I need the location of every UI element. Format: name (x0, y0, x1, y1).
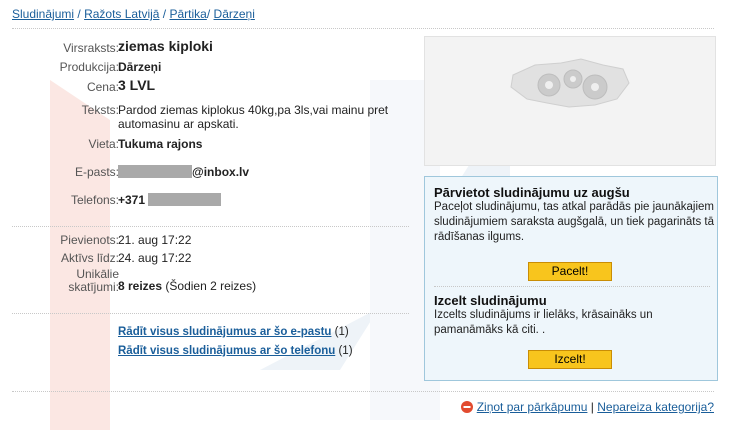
breadcrumb-separator: / (206, 7, 211, 21)
ad-text: Pardod ziemas kiplokus 40kg,pa 3ls,vai m… (118, 103, 389, 131)
gears-map-icon (510, 58, 630, 108)
link-row-phone: Rādīt visus sludinājumus ar šo telefonu … (118, 345, 353, 357)
move-up-text: Paceļot sludinājumu, tas atkal parādās p… (434, 201, 714, 243)
ad-price: 3 LVL (118, 77, 156, 93)
footer-divider (12, 391, 714, 392)
email-mask (118, 165, 192, 178)
views-count: 8 reizes (118, 279, 163, 293)
breadcrumb-separator: / (77, 7, 81, 21)
email-label: E-pasts: (74, 165, 119, 179)
phone-label: Telefons: (70, 193, 119, 207)
highlight-title: Izcelt sludinājumu (434, 293, 547, 308)
show-all-by-email-link[interactable]: Rādīt visus sludinājumus ar šo e-pastu (118, 326, 331, 338)
wrong-category-link[interactable]: Nepareiza kategorija? (597, 400, 714, 414)
active-label: Aktīvs līdz: (60, 251, 119, 265)
price-label: Cena: (86, 80, 119, 94)
report-icon (461, 401, 474, 413)
ad-views: 8 reizes (Šodien 2 reizes) (118, 279, 413, 293)
breadcrumb-razots-latvija[interactable]: Ražots Latvijā (84, 7, 159, 21)
breadcrumb-partika[interactable]: Pārtika (169, 7, 206, 21)
by-phone-count: (1) (338, 345, 353, 357)
title-label: Virsraksts: (63, 41, 119, 55)
views-label-line1: Unikālie (76, 267, 119, 281)
move-up-section: Pārvietot sludinājumu uz augšu Paceļot s… (434, 185, 714, 245)
highlight-button[interactable]: Izcelt! (528, 350, 612, 369)
stats-divider-bottom (12, 313, 409, 314)
phone-mask (148, 193, 222, 206)
top-divider (12, 28, 714, 29)
ad-image-placeholder (424, 36, 716, 166)
highlight-text: Izcelts sludinājums ir lielāks, krāsainā… (434, 309, 653, 336)
footer-links: Ziņot par pārkāpumu | Nepareiza kategori… (461, 400, 714, 414)
breadcrumb: Sludinājumi / Ražots Latvijā / Pārtika/ … (12, 7, 255, 21)
views-today: (Šodien 2 reizes) (165, 279, 257, 293)
report-violation-link[interactable]: Ziņot par pārkāpumu (477, 400, 588, 414)
text-label: Teksts: (81, 103, 119, 117)
footer-divider-pipe: | (590, 400, 594, 414)
ad-title: ziemas kiploki (118, 38, 213, 54)
product-label: Produkcija: (59, 60, 119, 74)
ad-phone: +371 (118, 193, 413, 207)
highlight-section: Izcelt sludinājumu Izcelts sludinājums i… (434, 293, 714, 338)
added-label: Pievienots: (60, 233, 119, 247)
stats-divider-top (12, 226, 409, 227)
place-label: Vieta: (88, 137, 119, 151)
views-label-line2: skatījumi: (68, 280, 119, 294)
lift-button[interactable]: Pacelt! (528, 262, 612, 281)
ad-place: Tukuma rajons (118, 137, 203, 151)
related-links: Rādīt visus sludinājumus ar šo e-pastu (… (118, 326, 353, 357)
breadcrumb-sludinajumi[interactable]: Sludinājumi (12, 7, 74, 21)
breadcrumb-separator: / (162, 7, 167, 21)
ad-product: Dārzeņi (118, 60, 162, 74)
phone-prefix: +371 (118, 193, 146, 207)
promo-box: Pārvietot sludinājumu uz augšu Paceļot s… (424, 176, 718, 381)
by-email-count: (1) (334, 326, 349, 338)
promo-divider (434, 286, 710, 287)
email-suffix: @inbox.lv (192, 165, 250, 179)
ad-email: @inbox.lv (118, 165, 413, 179)
breadcrumb-darzeni[interactable]: Dārzeņi (214, 7, 255, 21)
ad-added: 21. aug 17:22 (118, 233, 192, 247)
move-up-title: Pārvietot sludinājumu uz augšu (434, 185, 630, 200)
views-label: Unikālie skatījumi: (9, 268, 119, 294)
link-row-email: Rādīt visus sludinājumus ar šo e-pastu (… (118, 326, 353, 345)
show-all-by-phone-link[interactable]: Rādīt visus sludinājumus ar šo telefonu (118, 345, 335, 357)
ad-active-until: 24. aug 17:22 (118, 251, 192, 265)
